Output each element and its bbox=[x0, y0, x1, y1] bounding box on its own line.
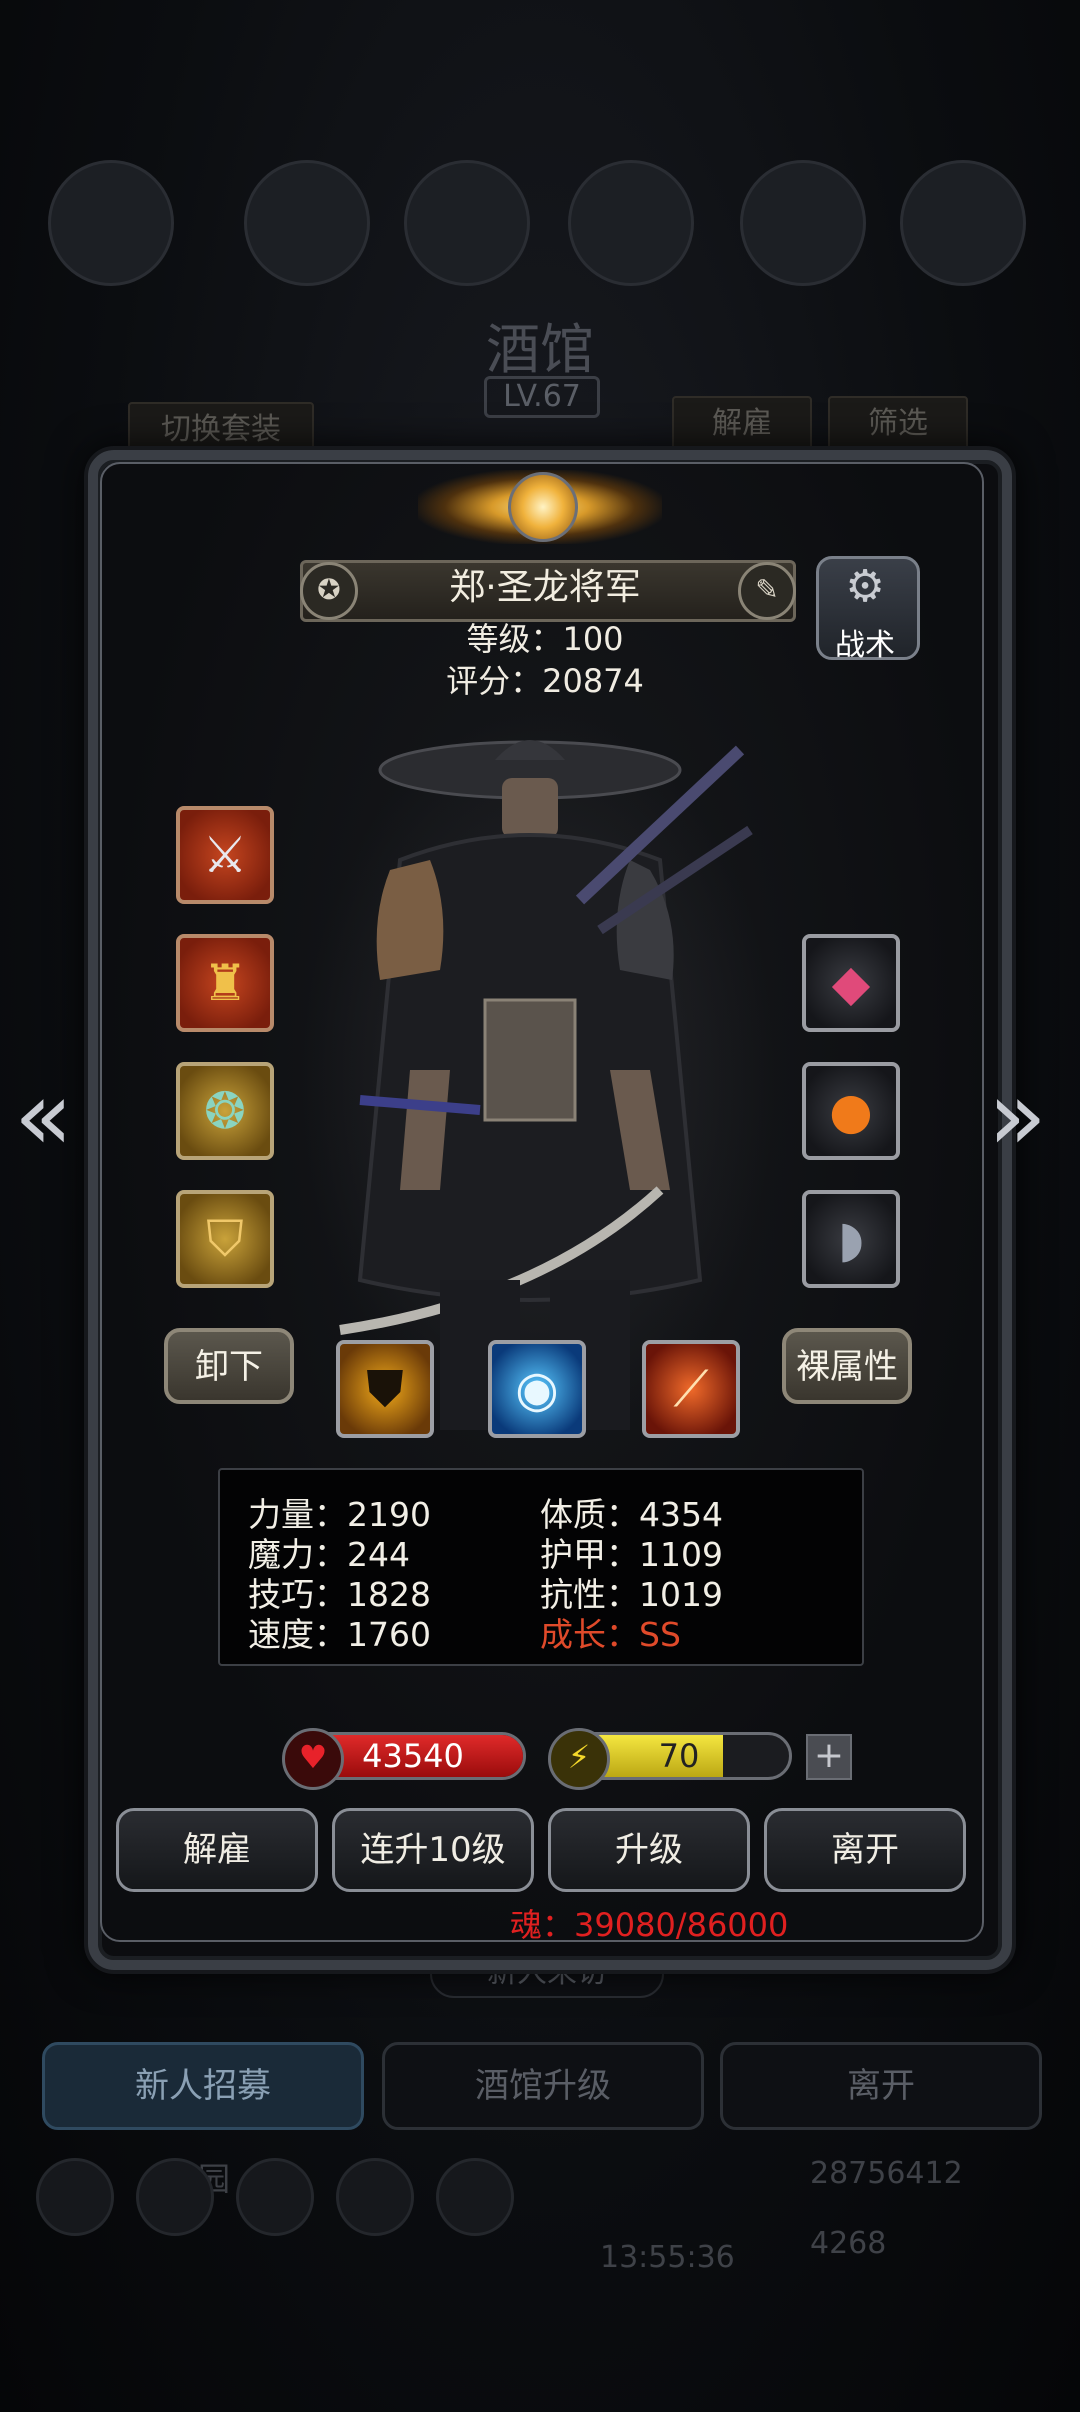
slash-skill-icon: ⟋ bbox=[673, 1360, 709, 1418]
level-up-button[interactable]: 升级 bbox=[548, 1808, 750, 1892]
tavern-title: 酒馆 bbox=[486, 318, 594, 381]
equip-slot-bracer[interactable]: ◗ bbox=[802, 1190, 900, 1288]
bg-top-icon-1 bbox=[48, 160, 174, 286]
bracer-icon: ◗ bbox=[837, 1210, 865, 1268]
tactics-label: 战术 bbox=[835, 628, 895, 663]
crest-emblem-icon bbox=[508, 472, 578, 542]
equip-slot-accessory[interactable]: ❂ bbox=[176, 1062, 274, 1160]
equip-slot-gem[interactable]: ◆ bbox=[802, 934, 900, 1032]
tavern-upgrade-button: 酒馆升级 bbox=[382, 2042, 704, 2130]
bg-bottom-icon-1 bbox=[36, 2158, 114, 2236]
equip-slot-pumpkin[interactable]: ● bbox=[802, 1062, 900, 1160]
leave-button[interactable]: 离开 bbox=[764, 1808, 966, 1892]
bg-top-icon-2 bbox=[244, 160, 370, 286]
skill-slot-2[interactable]: ◉ bbox=[488, 1340, 586, 1438]
bg-bottom-icon-4 bbox=[336, 2158, 414, 2236]
bg-dismiss-button: 解雇 bbox=[672, 396, 812, 452]
bg-top-icon-3 bbox=[404, 160, 530, 286]
bg-filter-button: 筛选 bbox=[828, 396, 968, 452]
equip-slot-shield[interactable]: ⛉ bbox=[176, 1190, 274, 1288]
tavern-level: LV.67 bbox=[484, 376, 600, 418]
medal-icon[interactable]: ✪ bbox=[300, 562, 358, 620]
armor-icon: ♜ bbox=[202, 954, 248, 1012]
prev-hero-arrow-icon[interactable]: « bbox=[14, 1060, 73, 1172]
dismiss-hero-button[interactable]: 解雇 bbox=[116, 1808, 318, 1892]
recruit-button: 新人招募 bbox=[42, 2042, 364, 2130]
base-stats-button[interactable]: 裸属性 bbox=[782, 1328, 912, 1404]
stat-growth: 成长：SS bbox=[540, 1615, 681, 1654]
bg-bottom-icon-3 bbox=[236, 2158, 314, 2236]
bg-bottom-icon-2 bbox=[136, 2158, 214, 2236]
hero-score: 评分：20874 bbox=[446, 662, 644, 700]
next-hero-arrow-icon[interactable]: » bbox=[988, 1060, 1047, 1172]
stat-speed: 速度：1760 bbox=[248, 1615, 431, 1654]
dark-shield-skill-icon: ⛊ bbox=[366, 1360, 404, 1418]
bg-top-icon-4 bbox=[568, 160, 694, 286]
bg-top-icon-6 bbox=[900, 160, 1026, 286]
bg-top-icon-5 bbox=[740, 160, 866, 286]
lightning-icon: ⚡ bbox=[548, 1728, 610, 1790]
skill-slot-1[interactable]: ⛊ bbox=[336, 1340, 434, 1438]
sword-icon: ⚔ bbox=[202, 826, 248, 884]
shield-icon: ⛉ bbox=[206, 1210, 244, 1268]
amulet-icon: ❂ bbox=[204, 1082, 246, 1140]
rename-edit-icon[interactable]: ✎ bbox=[738, 562, 796, 620]
gold-count: 28756412 bbox=[810, 2156, 963, 2191]
eye-skill-icon: ◉ bbox=[515, 1360, 559, 1418]
equip-slot-armor[interactable]: ♜ bbox=[176, 934, 274, 1032]
heart-icon: ♥ bbox=[282, 1728, 344, 1790]
gear-icon: ⚙ bbox=[845, 561, 885, 612]
skill-slot-3[interactable]: ⟋ bbox=[642, 1340, 740, 1438]
equip-slot-weapon[interactable]: ⚔ bbox=[176, 806, 274, 904]
bg-bottom-icon-5 bbox=[436, 2158, 514, 2236]
gem-icon: ◆ bbox=[831, 954, 871, 1012]
hero-name: 郑·圣龙将军 bbox=[449, 567, 641, 608]
timer-text: 13:55:36 bbox=[600, 2240, 735, 2275]
gem-count: 4268 bbox=[810, 2226, 887, 2261]
hero-level: 等级：100 bbox=[466, 620, 624, 658]
add-energy-button[interactable]: + bbox=[806, 1734, 852, 1780]
pumpkin-icon: ● bbox=[829, 1082, 873, 1140]
soul-counter: 魂：39080/86000 bbox=[510, 1906, 789, 1944]
unequip-button[interactable]: 卸下 bbox=[164, 1328, 294, 1404]
bg-leave-button: 离开 bbox=[720, 2042, 1042, 2130]
level-up-10-button[interactable]: 连升10级 bbox=[332, 1808, 534, 1892]
